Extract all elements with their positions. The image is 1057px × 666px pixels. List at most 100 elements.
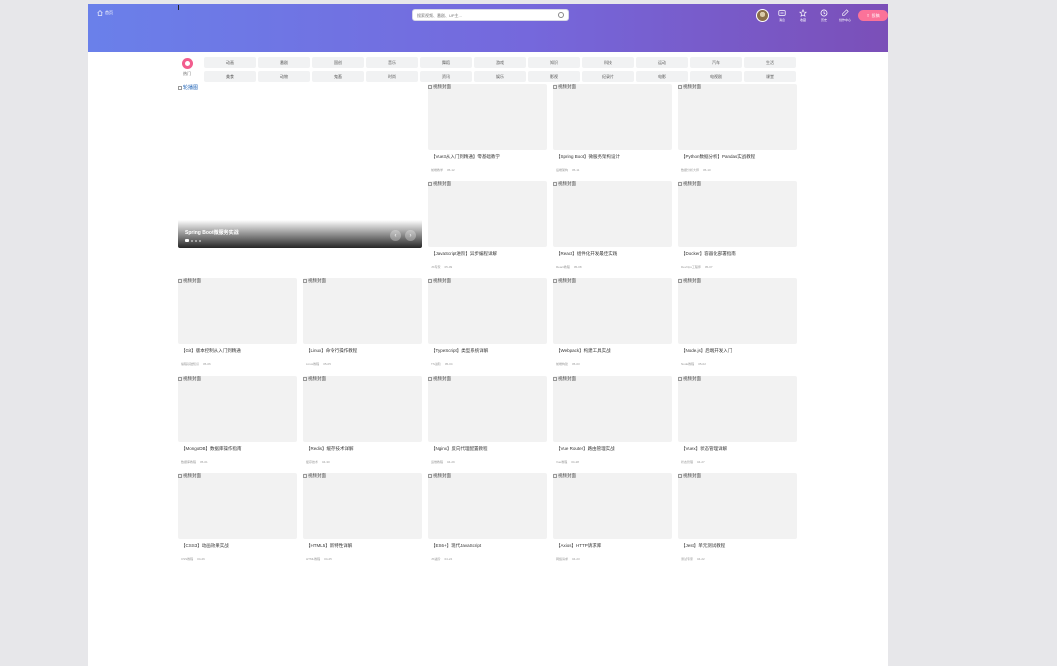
video-card[interactable]: 视频封面 【ES6+】现代JavaScript JS进阶 04-24 — [428, 473, 547, 568]
category-item[interactable]: 电影 — [636, 71, 688, 82]
category-item[interactable]: 知识 — [528, 57, 580, 68]
video-thumbnail[interactable]: 视频封面 — [178, 473, 297, 539]
carousel-prev-button[interactable]: ‹ — [390, 230, 401, 241]
carousel-dot[interactable] — [199, 239, 201, 242]
video-thumbnail[interactable]: 视频封面 — [428, 181, 547, 247]
category-item[interactable]: 美食 — [204, 71, 256, 82]
video-thumbnail[interactable]: 视频封面 — [553, 84, 672, 150]
video-uploader[interactable]: 测试专家 — [681, 557, 693, 561]
search-input[interactable] — [417, 12, 547, 18]
category-item[interactable]: 时尚 — [366, 71, 418, 82]
video-card[interactable]: 视频封面 【Linux】命令行操作教程 Linux教程 05-05 — [303, 278, 422, 373]
video-title[interactable]: 【Vue Router】路由管理实战 — [556, 446, 615, 452]
category-item[interactable]: 纪录片 — [582, 71, 634, 82]
video-card[interactable]: 视频封面 【Python数据分析】Pandas实战教程 数据分析大师 05-10 — [678, 84, 797, 179]
hot-entry[interactable]: 热门 — [178, 58, 196, 77]
video-uploader[interactable]: 运维教程 — [431, 460, 443, 464]
category-item[interactable]: 番剧 — [258, 57, 310, 68]
video-card[interactable]: 视频封面 【Axios】HTTP请求库 网络请求 04-23 — [553, 473, 672, 568]
video-uploader[interactable]: JS进阶 — [431, 557, 441, 561]
category-item[interactable]: 国创 — [312, 57, 364, 68]
video-title[interactable]: 【TypeScript】类型系统详解 — [431, 348, 488, 354]
video-card[interactable]: 视频封面 【Vue3从入门到精通】零基础教学 前端教学 05-12 — [428, 84, 547, 179]
video-uploader[interactable]: 数据库教程 — [181, 460, 196, 464]
carousel-dot[interactable] — [185, 239, 189, 242]
video-card[interactable]: 视频封面 【Webpack】构建工具实战 前端构建 05-03 — [553, 278, 672, 373]
video-card[interactable]: 视频封面 【TypeScript】类型系统详解 TS进阶 05-04 — [428, 278, 547, 373]
video-title[interactable]: 【Spring Boot】微服务架构设计 — [556, 154, 620, 160]
video-uploader[interactable]: React教程 — [556, 265, 570, 269]
video-uploader[interactable]: 状态管理 — [681, 460, 693, 464]
video-card[interactable]: 视频封面 【Git】版本控制从入门到精通 编程基础知识 05-06 — [178, 278, 297, 373]
home-link[interactable]: 首页 — [97, 10, 113, 16]
video-uploader[interactable]: DevOps工程师 — [681, 265, 701, 269]
search-box[interactable] — [412, 9, 569, 21]
nav-favorites[interactable]: 收藏 — [795, 9, 811, 22]
carousel-dot[interactable] — [195, 239, 197, 242]
video-title[interactable]: 【Redis】缓存技术详解 — [306, 446, 354, 452]
video-title[interactable]: 【CSS3】动画效果实战 — [181, 543, 229, 549]
video-uploader[interactable]: TS进阶 — [431, 362, 441, 366]
category-item[interactable]: 娱乐 — [474, 71, 526, 82]
nav-history[interactable]: 历史 — [816, 9, 832, 22]
video-thumbnail[interactable]: 视频封面 — [303, 473, 422, 539]
avatar[interactable] — [756, 9, 769, 22]
video-thumbnail[interactable]: 视频封面 — [303, 278, 422, 344]
video-card[interactable]: 视频封面 【Jest】单元测试教程 测试专家 04-22 — [678, 473, 797, 568]
video-title[interactable]: 【Vue3从入门到精通】零基础教学 — [431, 154, 500, 160]
video-card[interactable]: 视频封面 【Redis】缓存技术详解 缓存技术 04-30 — [303, 376, 422, 471]
video-card[interactable]: 视频封面 【Vue Router】路由管理实战 Vue教程 04-28 — [553, 376, 672, 471]
video-uploader[interactable]: HTML教程 — [306, 557, 320, 561]
video-title[interactable]: 【Docker】容器化部署指南 — [681, 251, 736, 257]
carousel-next-button[interactable]: › — [405, 230, 416, 241]
video-card[interactable]: 视频封面 【Spring Boot】微服务架构设计 后端架构 05-11 — [553, 84, 672, 179]
video-thumbnail[interactable]: 视频封面 — [553, 473, 672, 539]
category-item[interactable]: 鬼畜 — [312, 71, 364, 82]
video-uploader[interactable]: Node教程 — [681, 362, 694, 366]
video-uploader[interactable]: 前端构建 — [556, 362, 568, 366]
video-thumbnail[interactable]: 视频封面 — [553, 278, 672, 344]
video-uploader[interactable]: 数据分析大师 — [681, 168, 699, 172]
video-title[interactable]: 【JavaScript进阶】异步编程详解 — [431, 251, 497, 257]
category-item[interactable]: 运动 — [636, 57, 688, 68]
video-title[interactable]: 【Vuex】状态管理详解 — [681, 446, 727, 452]
carousel[interactable]: 轮播图 Spring Boot微服务实战 ‹ › — [178, 84, 422, 248]
carousel-title[interactable]: Spring Boot微服务实战 — [185, 229, 239, 236]
video-card[interactable]: 视频封面 【Vuex】状态管理详解 状态管理 04-27 — [678, 376, 797, 471]
category-item[interactable]: 舞蹈 — [420, 57, 472, 68]
video-card[interactable]: 视频封面 【JavaScript进阶】异步编程详解 JS专家 05-09 — [428, 181, 547, 276]
video-title[interactable]: 【Python数据分析】Pandas实战教程 — [681, 154, 755, 160]
video-title[interactable]: 【HTML5】新特性详解 — [306, 543, 352, 549]
video-card[interactable]: 视频封面 【CSS3】动画效果实战 CSS教程 04-26 — [178, 473, 297, 568]
category-item[interactable]: 资讯 — [420, 71, 472, 82]
video-uploader[interactable]: 网络请求 — [556, 557, 568, 561]
video-thumbnail[interactable]: 视频封面 — [428, 84, 547, 150]
video-thumbnail[interactable]: 视频封面 — [678, 181, 797, 247]
video-title[interactable]: 【Webpack】构建工具实战 — [556, 348, 611, 354]
nav-message[interactable]: 消息 — [774, 9, 790, 22]
video-thumbnail[interactable]: 视频封面 — [678, 84, 797, 150]
category-item[interactable]: 汽车 — [690, 57, 742, 68]
category-item[interactable]: 电视剧 — [690, 71, 742, 82]
video-uploader[interactable]: 后端架构 — [556, 168, 568, 172]
category-item[interactable]: 科技 — [582, 57, 634, 68]
category-item[interactable]: 动画 — [204, 57, 256, 68]
upload-button[interactable]: ⇪ 投稿 — [858, 10, 888, 21]
video-title[interactable]: 【Nginx】反向代理配置教程 — [431, 446, 488, 452]
video-thumbnail[interactable]: 视频封面 — [678, 376, 797, 442]
category-item[interactable]: 动物 — [258, 71, 310, 82]
video-card[interactable]: 视频封面 【Node.js】后端开发入门 Node教程 05-02 — [678, 278, 797, 373]
category-item[interactable]: 影视 — [528, 71, 580, 82]
video-thumbnail[interactable]: 视频封面 — [303, 376, 422, 442]
video-card[interactable]: 视频封面 【MongoDB】数据库操作指南 数据库教程 05-01 — [178, 376, 297, 471]
category-item[interactable]: 生活 — [744, 57, 796, 68]
video-thumbnail[interactable]: 视频封面 — [428, 376, 547, 442]
video-thumbnail[interactable]: 视频封面 — [178, 376, 297, 442]
video-thumbnail[interactable]: 视频封面 — [428, 473, 547, 539]
video-thumbnail[interactable]: 视频封面 — [553, 376, 672, 442]
nav-creation[interactable]: 创作中心 — [837, 9, 853, 22]
category-item[interactable]: 音乐 — [366, 57, 418, 68]
video-uploader[interactable]: CSS教程 — [181, 557, 193, 561]
video-thumbnail[interactable]: 视频封面 — [678, 473, 797, 539]
video-uploader[interactable]: Vue教程 — [556, 460, 567, 464]
